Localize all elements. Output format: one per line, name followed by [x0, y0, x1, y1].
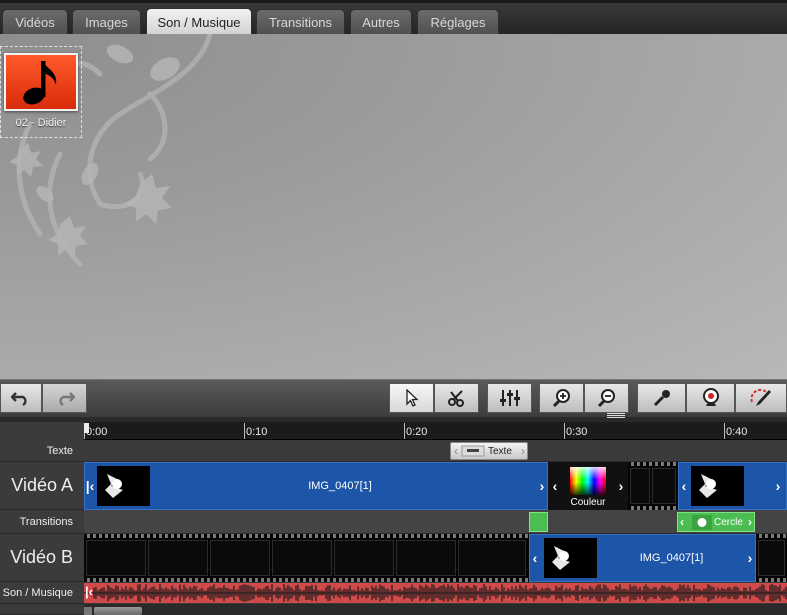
track-label-texte: Texte	[0, 440, 84, 462]
chevron-right-icon: ›	[521, 444, 525, 458]
timeline-toolbar	[0, 379, 787, 417]
lane-video-a: |‹ IMG_0407[1] › ‹ Couleur › ‹ ›	[84, 462, 787, 510]
ruler-major-tick	[564, 423, 565, 439]
text-clip[interactable]: ‹ Texte ›	[450, 442, 528, 460]
trim-left-handle[interactable]: ‹	[679, 463, 689, 509]
effects-button[interactable]	[735, 383, 787, 413]
tab-reglages[interactable]: Réglages	[417, 9, 499, 37]
clip-thumbnail	[691, 466, 744, 506]
tab-videos[interactable]: Vidéos	[2, 9, 68, 37]
chevron-right-icon: ›	[748, 515, 752, 529]
track-label-son-musique: Son / Musique	[0, 582, 84, 604]
effects-brush-icon	[750, 388, 771, 406]
transition-clip-label: Cercle	[714, 517, 743, 528]
tab-bar: Vidéos Images Son / Musique Transitions …	[0, 0, 787, 37]
ruler-label: 0:10	[246, 426, 268, 438]
zoom-in-button[interactable]	[539, 383, 584, 413]
chevron-left-icon: ‹	[680, 515, 684, 529]
clip-thumbnail	[97, 466, 150, 506]
ruler-label: 0:20	[406, 426, 428, 438]
ruler-label: 0:40	[726, 426, 748, 438]
undo-button[interactable]	[0, 383, 42, 413]
media-thumbnail	[4, 53, 78, 111]
time-ruler[interactable]: 0:00 0:10 0:20 0:30 0:40	[84, 422, 787, 440]
scroll-thumb[interactable]	[94, 607, 142, 615]
zoom-in-icon	[552, 389, 570, 408]
track-header-filler	[0, 604, 84, 615]
lane-texte: ‹ Texte ›	[84, 440, 787, 462]
circle-transition-icon	[692, 515, 712, 530]
tab-autres[interactable]: Autres	[350, 9, 412, 37]
scroll-left-button[interactable]	[84, 607, 92, 615]
color-clip[interactable]: ‹ Couleur ›	[548, 462, 628, 510]
lane-son-musique: |‹	[84, 582, 787, 604]
timeline-scrollbar[interactable]	[84, 606, 787, 615]
zoom-out-button[interactable]	[584, 383, 629, 413]
redo-button[interactable]	[42, 383, 87, 413]
webcam-icon	[702, 388, 719, 406]
webcam-button[interactable]	[686, 383, 735, 413]
transition-clip-1[interactable]	[529, 512, 548, 532]
ruler-major-tick	[404, 423, 405, 439]
text-thumbnail-icon	[461, 445, 485, 457]
lane-video-b: ‹ IMG_0407[1] ›	[84, 534, 787, 582]
ruler-major-tick	[724, 423, 725, 439]
record-voice-button[interactable]	[637, 383, 686, 413]
audio-mixer-button[interactable]	[487, 383, 532, 413]
undo-icon	[11, 392, 27, 406]
trim-right-handle[interactable]: ›	[773, 463, 783, 509]
track-label-transitions: Transitions	[0, 510, 84, 534]
library-item-02-didier[interactable]: 02 - Didier	[0, 46, 82, 138]
ruler-label: 0:00	[86, 426, 108, 438]
select-pointer-icon	[405, 389, 419, 407]
ruler-label: 0:30	[566, 426, 588, 438]
trim-right-handle[interactable]: ›	[745, 535, 755, 581]
track-label-video-b: Vidéo B	[0, 534, 84, 582]
redo-icon	[58, 392, 75, 406]
trim-left-handle[interactable]: |‹	[85, 584, 93, 599]
video-a-clip-1[interactable]: |‹ IMG_0407[1] ›	[84, 462, 548, 510]
trim-right-handle[interactable]: ›	[616, 462, 626, 510]
empty-film-strip	[628, 462, 678, 510]
split-tool-button[interactable]	[434, 383, 479, 413]
clip-name: IMG_0407[1]	[308, 480, 372, 492]
split-scissors-icon	[447, 390, 464, 407]
color-swatch	[570, 467, 606, 495]
tab-transitions[interactable]: Transitions	[256, 9, 345, 37]
playhead[interactable]	[84, 423, 89, 433]
ruler-major-tick	[244, 423, 245, 439]
trim-left-handle[interactable]: |‹	[85, 463, 95, 509]
lane-transitions: ‹ Cercle ›	[84, 510, 787, 534]
empty-film-strip	[84, 534, 529, 582]
empty-film-strip	[756, 534, 787, 582]
transition-clip-cercle[interactable]: ‹ Cercle ›	[677, 512, 755, 532]
microphone-icon	[653, 390, 670, 407]
trim-right-handle[interactable]: ›	[537, 463, 547, 509]
chevron-left-icon: ‹	[454, 444, 458, 458]
video-a-clip-2[interactable]: ‹ ›	[678, 462, 787, 510]
media-item-label: 02 - Didier	[15, 117, 67, 129]
music-note-icon	[23, 61, 57, 105]
clip-thumbnail	[544, 538, 597, 578]
track-header-corner	[0, 422, 84, 440]
video-b-clip[interactable]: ‹ IMG_0407[1] ›	[529, 534, 756, 582]
text-clip-label: Texte	[488, 445, 512, 457]
tab-son-musique[interactable]: Son / Musique	[146, 8, 252, 37]
clip-name: IMG_0407[1]	[639, 552, 704, 564]
zoom-out-icon	[597, 389, 615, 408]
tab-images[interactable]: Images	[72, 9, 141, 37]
audio-clip-02-didier[interactable]: |‹	[84, 583, 787, 603]
audio-mixer-icon	[499, 390, 520, 406]
trim-left-handle[interactable]: ‹	[530, 535, 540, 581]
audio-waveform	[84, 584, 787, 602]
track-label-video-a: Vidéo A	[0, 462, 84, 510]
media-library: 02 - Didier	[0, 34, 787, 379]
panel-resize-grip[interactable]	[607, 413, 625, 418]
select-tool-button[interactable]	[389, 383, 434, 413]
